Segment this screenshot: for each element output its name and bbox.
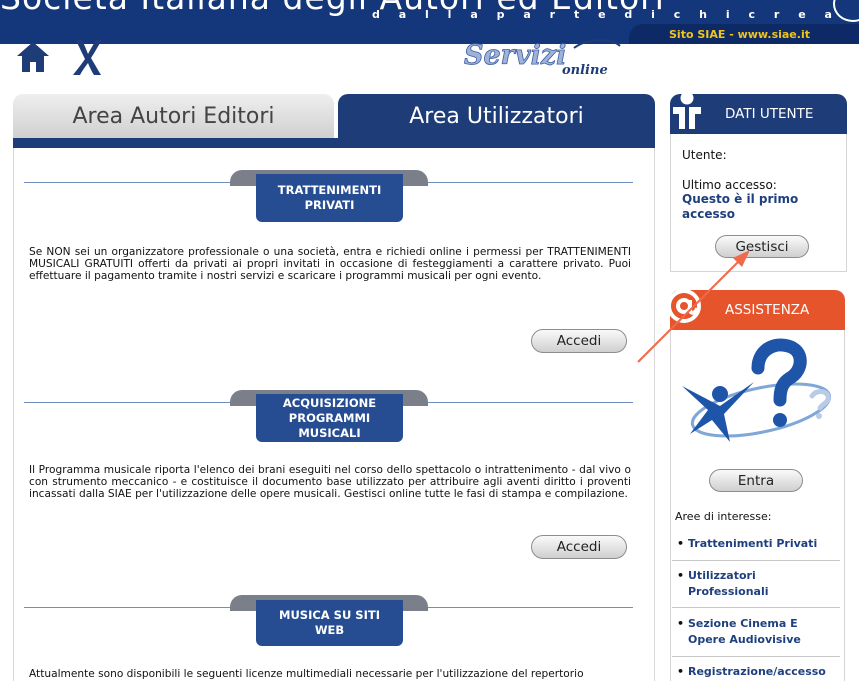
motto-letter: c bbox=[748, 8, 756, 21]
tab-underline bbox=[13, 138, 655, 148]
motto-letter: c bbox=[673, 8, 681, 21]
link-utilizzatori-professionali[interactable]: Utilizzatori Professionali bbox=[675, 568, 835, 600]
section-text-musica-web: Attualmente sono disponibili le seguenti… bbox=[29, 668, 584, 680]
motto-letter: a bbox=[824, 8, 832, 21]
link-separator bbox=[672, 607, 840, 608]
accedi-button-trattenimenti[interactable]: Accedi bbox=[531, 329, 627, 353]
home-icon[interactable] bbox=[15, 40, 51, 74]
page: Società Italiana degli Autori ed Editori… bbox=[0, 0, 859, 681]
svg-text:online: online bbox=[562, 63, 608, 78]
link-separator bbox=[672, 656, 840, 657]
site-link[interactable]: Sito SIAE - www.siae.it bbox=[629, 24, 859, 44]
motto-letter: e bbox=[598, 8, 606, 21]
section-title-musica-web: MUSICA SU SITI WEB bbox=[256, 600, 403, 646]
at-sign-icon bbox=[667, 289, 701, 323]
tab-area-utilizzatori[interactable]: Area Utilizzatori bbox=[338, 94, 655, 138]
motto-letter: p bbox=[496, 8, 505, 21]
ultimo-accesso-label: Ultimo accesso: bbox=[682, 178, 777, 192]
accedi-button-programmi[interactable]: Accedi bbox=[531, 535, 627, 559]
motto-letter: a bbox=[470, 8, 478, 21]
servizi-online-logo: Servizi online bbox=[464, 39, 621, 78]
link-separator bbox=[672, 560, 840, 561]
motto-letter: e bbox=[798, 8, 806, 21]
assistenza-title: ASSISTENZA bbox=[725, 302, 810, 318]
motto-letter: l bbox=[425, 8, 429, 21]
section-text-trattenimenti: Se NON sei un organizzatore professional… bbox=[29, 246, 631, 282]
link-trattenimenti-privati[interactable]: Trattenimenti Privati bbox=[675, 536, 835, 552]
exit-icon[interactable] bbox=[70, 37, 104, 77]
utente-label: Utente: bbox=[682, 148, 727, 162]
section-title-trattenimenti: TRATTENIMENTI PRIVATI bbox=[256, 174, 403, 222]
svg-text:Servizi: Servizi bbox=[464, 40, 566, 71]
motto-letter: a bbox=[398, 8, 407, 21]
motto-letter: l bbox=[447, 8, 452, 21]
ultimo-accesso-value: Questo è il primo accesso bbox=[682, 192, 799, 221]
link-registrazione-accesso[interactable]: Registrazione/accesso bbox=[675, 664, 835, 680]
user-icon bbox=[673, 91, 701, 129]
motto-letter: d bbox=[624, 8, 633, 21]
entra-button[interactable]: Entra bbox=[709, 469, 803, 492]
help-question-icon bbox=[682, 338, 832, 442]
banner-motto: dallapartedichicrea bbox=[372, 8, 832, 21]
motto-letter: t bbox=[573, 8, 580, 21]
tab-area-autori-editori[interactable]: Area Autori Editori bbox=[13, 94, 334, 138]
motto-letter: i bbox=[651, 8, 655, 21]
aree-di-interesse-label: Aree di interesse: bbox=[675, 510, 772, 523]
top-banner: Società Italiana degli Autori ed Editori… bbox=[0, 0, 859, 44]
section-title-programmi: ACQUISIZIONE PROGRAMMI MUSICALI bbox=[256, 394, 403, 442]
motto-letter: i bbox=[725, 8, 730, 21]
section-text-programmi: Il Programma musicale riporta l'elenco d… bbox=[29, 464, 631, 500]
gestisci-button[interactable]: Gestisci bbox=[715, 235, 809, 258]
motto-letter: d bbox=[372, 8, 380, 21]
motto-letter: r bbox=[549, 8, 556, 21]
dati-utente-title: DATI UTENTE bbox=[725, 106, 814, 122]
motto-letter: r bbox=[773, 8, 780, 21]
motto-letter: h bbox=[699, 8, 707, 21]
motto-letter: a bbox=[523, 8, 531, 21]
link-sezione-cinema[interactable]: Sezione Cinema E Opere Audiovisive bbox=[675, 616, 835, 648]
siae-logo bbox=[833, 0, 859, 22]
